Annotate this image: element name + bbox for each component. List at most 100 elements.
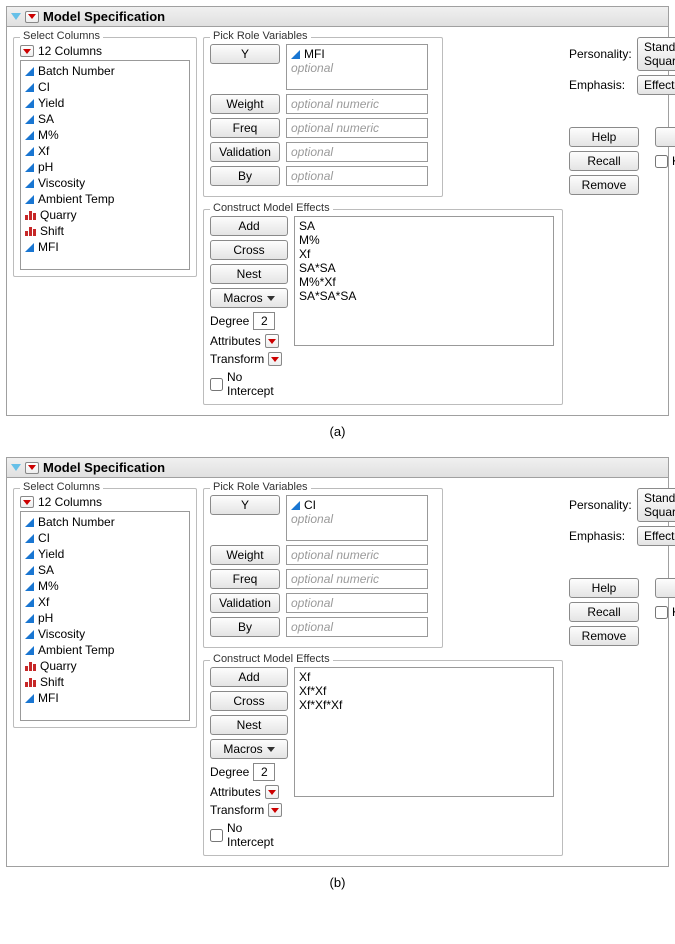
columns-header[interactable]: 12 Columns	[20, 495, 190, 509]
column-item[interactable]: SA	[23, 111, 187, 127]
continuous-icon	[25, 99, 34, 108]
column-item[interactable]: Quarry	[23, 207, 187, 223]
help-button[interactable]: Help	[569, 127, 639, 147]
effect-item[interactable]: SA	[299, 219, 549, 233]
emphasis-select[interactable]: Effect Leverage	[637, 526, 675, 546]
column-item[interactable]: Batch Number	[23, 514, 187, 530]
column-item[interactable]: Shift	[23, 674, 187, 690]
by-field[interactable]: optional	[286, 617, 428, 637]
continuous-icon	[291, 50, 300, 59]
weight-field[interactable]: optional numeric	[286, 94, 428, 114]
macros-button[interactable]: Macros	[210, 739, 288, 759]
recall-button[interactable]: Recall	[569, 602, 639, 622]
y-field[interactable]: CIoptional	[286, 495, 428, 541]
column-item[interactable]: MFI	[23, 690, 187, 706]
y-button[interactable]: Y	[210, 44, 280, 64]
menu-disclosure[interactable]	[25, 462, 39, 474]
validation-field[interactable]: optional	[286, 593, 428, 613]
attributes-menu[interactable]	[265, 334, 279, 348]
effect-item[interactable]: Xf*Xf	[299, 684, 549, 698]
column-item[interactable]: pH	[23, 610, 187, 626]
column-item[interactable]: Batch Number	[23, 63, 187, 79]
personality-select[interactable]: Standard Least Squares	[637, 37, 675, 71]
effect-item[interactable]: Xf*Xf*Xf	[299, 698, 549, 712]
column-item[interactable]: SA	[23, 562, 187, 578]
freq-field[interactable]: optional numeric	[286, 118, 428, 138]
columns-listbox[interactable]: Batch NumberCIYieldSAM%XfpHViscosityAmbi…	[20, 60, 190, 270]
add-button[interactable]: Add	[210, 216, 288, 236]
cross-button[interactable]: Cross	[210, 691, 288, 711]
column-item[interactable]: Shift	[23, 223, 187, 239]
validation-button[interactable]: Validation	[210, 142, 280, 162]
columns-menu-icon[interactable]	[20, 45, 34, 57]
by-button[interactable]: By	[210, 617, 280, 637]
column-item[interactable]: pH	[23, 159, 187, 175]
keep-open-checkbox[interactable]	[655, 606, 668, 619]
y-button[interactable]: Y	[210, 495, 280, 515]
no-intercept-checkbox[interactable]	[210, 829, 223, 842]
remove-button[interactable]: Remove	[569, 175, 639, 195]
column-item[interactable]: Viscosity	[23, 175, 187, 191]
column-item[interactable]: Viscosity	[23, 626, 187, 642]
effect-item[interactable]: Xf	[299, 670, 549, 684]
by-button[interactable]: By	[210, 166, 280, 186]
column-item[interactable]: Ambient Temp	[23, 642, 187, 658]
run-button[interactable]: Run	[655, 578, 675, 598]
column-item[interactable]: Xf	[23, 143, 187, 159]
effect-item[interactable]: SA*SA*SA	[299, 289, 549, 303]
transform-menu[interactable]	[268, 803, 282, 817]
column-item[interactable]: M%	[23, 127, 187, 143]
effect-item[interactable]: SA*SA	[299, 261, 549, 275]
column-item[interactable]: CI	[23, 530, 187, 546]
attributes-menu[interactable]	[265, 785, 279, 799]
transform-menu[interactable]	[268, 352, 282, 366]
disclosure-icon[interactable]	[11, 464, 21, 471]
recall-button[interactable]: Recall	[569, 151, 639, 171]
add-button[interactable]: Add	[210, 667, 288, 687]
effects-listbox[interactable]: XfXf*XfXf*Xf*Xf	[294, 667, 554, 797]
continuous-icon	[25, 534, 34, 543]
weight-button[interactable]: Weight	[210, 94, 280, 114]
effect-item[interactable]: M%	[299, 233, 549, 247]
effect-item[interactable]: M%*Xf	[299, 275, 549, 289]
by-field[interactable]: optional	[286, 166, 428, 186]
subfigure-caption: (a)	[6, 424, 669, 439]
roles-label: Pick Role Variables	[210, 30, 311, 42]
weight-field[interactable]: optional numeric	[286, 545, 428, 565]
degree-input[interactable]	[253, 312, 275, 330]
keep-open-checkbox[interactable]	[655, 155, 668, 168]
y-field[interactable]: MFIoptional	[286, 44, 428, 90]
weight-button[interactable]: Weight	[210, 545, 280, 565]
menu-disclosure[interactable]	[25, 11, 39, 23]
column-item[interactable]: Yield	[23, 95, 187, 111]
remove-button[interactable]: Remove	[569, 626, 639, 646]
column-item[interactable]: Xf	[23, 594, 187, 610]
run-button[interactable]: Run	[655, 127, 675, 147]
freq-field[interactable]: optional numeric	[286, 569, 428, 589]
validation-field[interactable]: optional	[286, 142, 428, 162]
nest-button[interactable]: Nest	[210, 715, 288, 735]
cross-button[interactable]: Cross	[210, 240, 288, 260]
help-button[interactable]: Help	[569, 578, 639, 598]
effect-item[interactable]: Xf	[299, 247, 549, 261]
emphasis-select[interactable]: Effect Leverage	[637, 75, 675, 95]
effects-listbox[interactable]: SAM%XfSA*SAM%*XfSA*SA*SA	[294, 216, 554, 346]
columns-menu-icon[interactable]	[20, 496, 34, 508]
validation-button[interactable]: Validation	[210, 593, 280, 613]
nest-button[interactable]: Nest	[210, 264, 288, 284]
degree-input[interactable]	[253, 763, 275, 781]
column-item[interactable]: Yield	[23, 546, 187, 562]
column-item[interactable]: CI	[23, 79, 187, 95]
disclosure-icon[interactable]	[11, 13, 21, 20]
no-intercept-checkbox[interactable]	[210, 378, 223, 391]
columns-listbox[interactable]: Batch NumberCIYieldSAM%XfpHViscosityAmbi…	[20, 511, 190, 721]
column-item[interactable]: Ambient Temp	[23, 191, 187, 207]
freq-button[interactable]: Freq	[210, 118, 280, 138]
macros-button[interactable]: Macros	[210, 288, 288, 308]
column-item[interactable]: Quarry	[23, 658, 187, 674]
freq-button[interactable]: Freq	[210, 569, 280, 589]
column-item[interactable]: M%	[23, 578, 187, 594]
personality-select[interactable]: Standard Least Squares	[637, 488, 675, 522]
column-item[interactable]: MFI	[23, 239, 187, 255]
columns-header[interactable]: 12 Columns	[20, 44, 190, 58]
